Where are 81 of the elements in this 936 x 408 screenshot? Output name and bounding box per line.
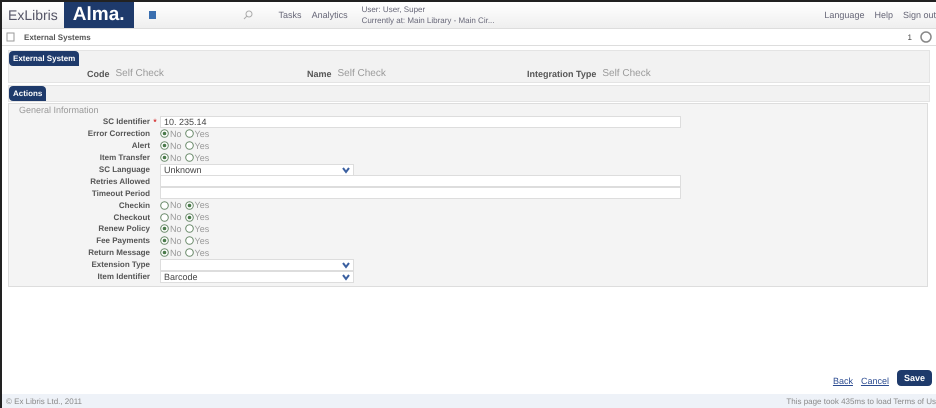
header-link[interactable]: Language bbox=[824, 10, 864, 20]
load-time-text: This page took 435ms to load bbox=[786, 396, 892, 406]
radio-button-icon[interactable] bbox=[184, 153, 194, 162]
text-field[interactable]: 10. 235.14 bbox=[160, 116, 681, 128]
radio-button-icon[interactable] bbox=[160, 224, 169, 234]
nav-link[interactable]: Tasks bbox=[278, 10, 302, 20]
field-label: Name bbox=[307, 68, 332, 78]
radio-option[interactable]: Yes bbox=[184, 152, 210, 163]
search-icon[interactable] bbox=[242, 10, 253, 20]
radio-option[interactable]: Yes bbox=[184, 248, 210, 258]
radio-button-icon[interactable] bbox=[184, 236, 194, 246]
radio-button-icon[interactable] bbox=[160, 248, 169, 258]
radio-button-icon[interactable] bbox=[184, 200, 194, 210]
radio-button-icon[interactable] bbox=[160, 236, 169, 246]
radio-button-icon[interactable] bbox=[160, 129, 169, 138]
radio-button-icon[interactable] bbox=[184, 212, 194, 222]
field-label: Fee Payments bbox=[95, 236, 150, 246]
field-label: Timeout Period bbox=[90, 188, 150, 198]
save-button[interactable]: Save bbox=[896, 370, 932, 386]
header-link[interactable]: Help bbox=[874, 10, 893, 20]
user-name: User: User, Super bbox=[362, 5, 426, 14]
dropdown-field[interactable] bbox=[160, 258, 354, 271]
dropdown-field[interactable]: Barcode bbox=[160, 270, 354, 283]
radio-button-icon[interactable] bbox=[160, 200, 169, 210]
brand-logo: ExLibris bbox=[8, 7, 58, 23]
location-text[interactable]: Currently at: Main Library - Main Cir... bbox=[362, 16, 495, 25]
field-label: Renew Policy bbox=[97, 224, 150, 234]
field-value: Self Check bbox=[602, 68, 651, 79]
radio-option[interactable]: Yes bbox=[184, 236, 210, 246]
field-label: Retries Allowed bbox=[89, 176, 150, 186]
field-label: Integration Type bbox=[527, 68, 596, 78]
radio-option[interactable]: Yes bbox=[184, 224, 210, 234]
radio-button-icon[interactable] bbox=[184, 224, 194, 234]
actions-tab[interactable]: Actions bbox=[9, 86, 46, 101]
radio-option[interactable]: Yes bbox=[184, 128, 210, 139]
radio-option[interactable]: No bbox=[160, 224, 182, 234]
radio-button-icon[interactable] bbox=[184, 248, 194, 258]
radio-button-icon[interactable] bbox=[184, 141, 194, 150]
field-label: Checkin bbox=[118, 200, 150, 210]
action-link[interactable]: Cancel bbox=[860, 376, 889, 386]
radio-option[interactable]: No bbox=[160, 140, 182, 151]
field-label: Error Correction bbox=[86, 129, 150, 138]
nav-link[interactable]: Analytics bbox=[312, 10, 348, 20]
field-label: Item Transfer bbox=[98, 153, 150, 162]
page-title: External Systems bbox=[24, 32, 91, 42]
radio-option[interactable]: No bbox=[160, 248, 182, 258]
radio-option[interactable]: No bbox=[160, 212, 182, 222]
field-label: Item Identifier bbox=[96, 272, 150, 282]
radio-option[interactable]: Yes bbox=[184, 140, 210, 151]
required-mark: * bbox=[153, 116, 157, 127]
radio-option[interactable]: No bbox=[160, 200, 182, 210]
field-label: Checkout bbox=[112, 212, 150, 222]
field-value: Self Check bbox=[338, 68, 386, 79]
header-link[interactable]: Sign out bbox=[902, 10, 936, 20]
radio-button-icon[interactable] bbox=[160, 212, 169, 222]
radio-option[interactable]: Yes bbox=[184, 200, 210, 210]
field-label: SC Language bbox=[98, 165, 150, 174]
radio-button-icon[interactable] bbox=[184, 129, 194, 138]
page-number: 1 bbox=[908, 32, 912, 42]
radio-option[interactable]: Yes bbox=[184, 212, 210, 222]
radio-button-icon[interactable] bbox=[160, 141, 169, 150]
page-icon bbox=[6, 32, 16, 42]
copyright-text: © Ex Libris Ltd., 2011 bbox=[6, 396, 82, 406]
terms-link[interactable]: Terms of Us bbox=[893, 396, 936, 406]
radio-option[interactable]: No bbox=[160, 128, 182, 139]
field-label: Alert bbox=[130, 141, 150, 150]
field-label: Code bbox=[87, 68, 110, 78]
action-link[interactable]: Back bbox=[832, 376, 853, 386]
field-value: Self Check bbox=[116, 68, 164, 79]
radio-option[interactable]: No bbox=[160, 152, 182, 163]
radio-option[interactable]: No bbox=[160, 236, 182, 246]
field-label: Return Message bbox=[87, 248, 150, 258]
section-tab[interactable]: External System bbox=[9, 51, 80, 66]
text-field[interactable] bbox=[160, 175, 681, 188]
dropdown-field[interactable]: Unknown bbox=[160, 164, 354, 176]
product-logo[interactable]: Alma. bbox=[64, 2, 134, 28]
text-field[interactable] bbox=[160, 187, 681, 200]
form-legend: General Information bbox=[9, 104, 927, 116]
field-label: SC Identifier bbox=[102, 117, 150, 126]
radio-button-icon[interactable] bbox=[160, 153, 169, 162]
field-label: Extension Type bbox=[90, 260, 150, 270]
